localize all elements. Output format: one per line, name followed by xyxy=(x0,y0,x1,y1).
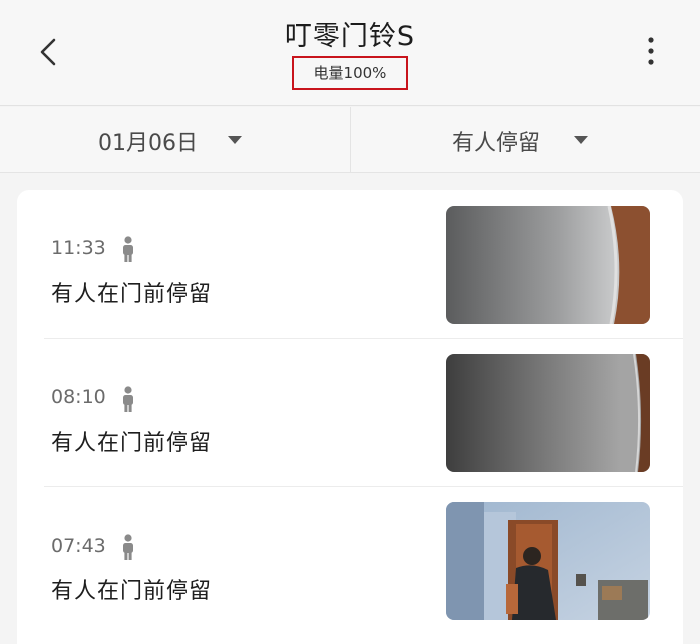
filter-bar: 01月06日 有人停留 xyxy=(0,107,700,173)
date-filter-dropdown[interactable]: 01月06日 xyxy=(0,107,350,173)
event-time: 11:33 xyxy=(51,237,106,259)
caret-down-icon xyxy=(228,136,242,144)
person-icon xyxy=(123,236,133,262)
event-snapshot-thumbnail[interactable] xyxy=(446,502,650,620)
event-item[interactable]: 07:43 有人在门前停留 xyxy=(17,486,683,634)
person-icon xyxy=(123,534,133,560)
caret-down-icon xyxy=(574,136,588,144)
event-item[interactable]: 08:10 有人在门前停留 xyxy=(17,338,683,486)
event-item[interactable]: 11:33 有人在门前停留 xyxy=(17,190,683,338)
person-icon xyxy=(123,386,133,412)
more-vertical-icon xyxy=(648,37,654,65)
event-list: 11:33 有人在门前停留 08:10 有人在门前停留 07:43 有人在门前停… xyxy=(17,190,683,644)
event-time: 08:10 xyxy=(51,386,106,408)
event-type-filter-label: 有人停留 xyxy=(452,131,541,156)
event-snapshot-thumbnail[interactable] xyxy=(446,206,650,324)
event-description: 有人在门前停留 xyxy=(51,579,213,604)
more-options-button[interactable] xyxy=(636,32,666,72)
page-title: 叮零门铃S xyxy=(284,21,416,52)
battery-status: 电量100% xyxy=(292,56,408,90)
date-filter-label: 01月06日 xyxy=(98,131,198,156)
event-time: 07:43 xyxy=(51,535,106,557)
app-header: 叮零门铃S 电量100% xyxy=(0,0,700,106)
event-type-filter-dropdown[interactable]: 有人停留 xyxy=(351,107,700,173)
event-description: 有人在门前停留 xyxy=(51,431,213,456)
event-description: 有人在门前停留 xyxy=(51,282,213,307)
event-snapshot-thumbnail[interactable] xyxy=(446,354,650,472)
